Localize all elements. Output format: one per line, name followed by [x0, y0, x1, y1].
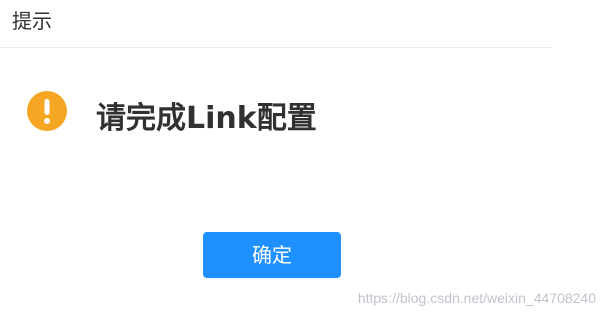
dialog-message: 请完成Link配置	[96, 101, 317, 136]
warning-icon	[27, 91, 67, 131]
dialog-header: 提示	[0, 0, 552, 48]
watermark: https://blog.csdn.net/weixin_44708240	[357, 290, 596, 306]
dialog-title: 提示	[12, 9, 52, 33]
message-dialog: 提示 请完成Link配置 确定 https://blog.csdn.net/we…	[0, 0, 604, 320]
confirm-button[interactable]: 确定	[203, 232, 341, 278]
